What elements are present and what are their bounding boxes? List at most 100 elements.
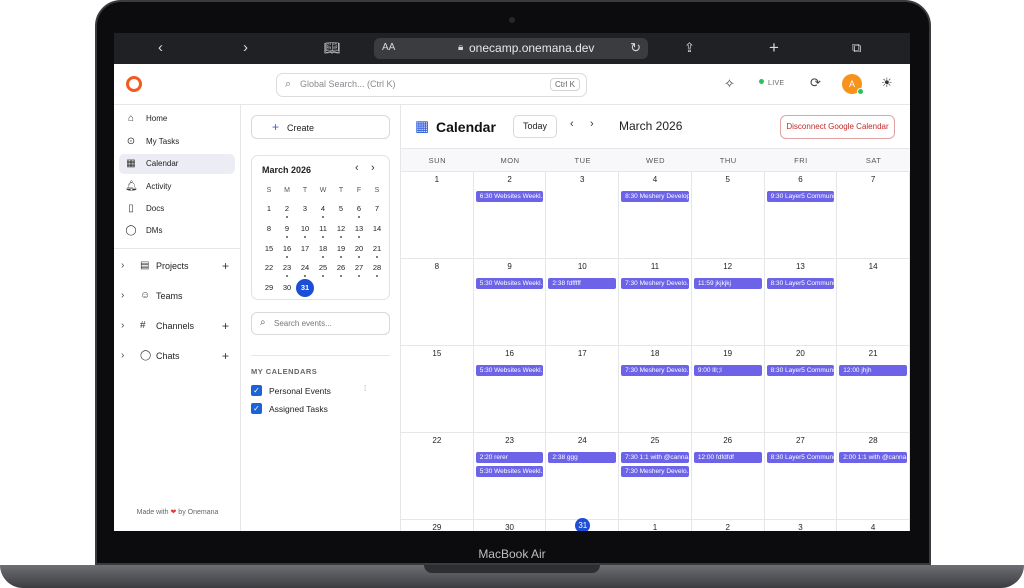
checkbox-checked-icon[interactable]: ✓ <box>251 385 262 396</box>
reader-aa[interactable]: AA <box>382 42 395 53</box>
calendar-event[interactable]: 8:30 Meshery Develop... <box>621 191 689 202</box>
day-cell[interactable]: 7 <box>837 172 910 259</box>
day-cell[interactable]: 13 8:30 Layer5 Communi... <box>764 259 838 346</box>
mini-calendar-day[interactable]: 7 <box>368 200 386 218</box>
day-cell[interactable]: 14 <box>837 259 910 346</box>
calendar-event[interactable]: 7:30 Meshery Develo... <box>621 466 689 477</box>
ai-assistant-icon[interactable]: ⟳ <box>810 75 821 91</box>
day-cell[interactable]: 3 <box>546 172 620 259</box>
sidebar-item-my-tasks[interactable]: ⊙ My Tasks <box>119 132 235 152</box>
chevron-right-icon[interactable]: › <box>371 162 375 174</box>
sidebar-item-home[interactable]: ⌂ Home <box>119 109 235 129</box>
calendar-event[interactable]: 5:30 Websites Weekl... <box>475 365 544 376</box>
mini-calendar-day[interactable]: 5 <box>332 200 350 218</box>
sidebar-group-chats[interactable]: › ◯ Chats + <box>119 347 235 367</box>
calendar-event[interactable]: 2:00 1:1 with @canna... <box>839 452 907 463</box>
mini-calendar-day[interactable]: 13 <box>350 220 368 238</box>
day-cell[interactable]: 24 2:38 ggg <box>546 433 620 520</box>
day-cell[interactable]: 20 8:30 Layer5 Communi... <box>764 346 838 433</box>
day-cell[interactable]: 2 6:30 Websites Weekl... <box>473 172 547 259</box>
sidebar-item-calendar[interactable]: ▦ Calendar <box>119 154 235 174</box>
day-cell[interactable]: 31 <box>546 518 620 531</box>
day-cell[interactable]: 21 12:00 jhjh <box>837 346 910 433</box>
mini-calendar-day[interactable]: 20 <box>350 240 368 258</box>
calendar-toggle-personal[interactable]: ✓ Personal Events <box>251 384 391 398</box>
sidebar-item-docs[interactable]: ▯ Docs <box>119 199 235 219</box>
calendar-event[interactable]: 7:30 Meshery Develo... <box>621 278 689 289</box>
onecamp-logo[interactable] <box>126 76 142 92</box>
calendar-event[interactable]: 2:38 ggg <box>548 452 617 463</box>
sidebar-item-dms[interactable]: ◯ DMs <box>119 221 235 241</box>
day-cell[interactable]: 27 8:30 Layer5 Communi... <box>764 433 838 520</box>
day-cell[interactable]: 4 8:30 Meshery Develop... <box>619 172 692 259</box>
chevron-right-icon[interactable]: › <box>121 320 124 331</box>
calendar-event[interactable]: 11:59 jkjkjkj <box>693 278 762 289</box>
calendar-event[interactable]: 2:38 fdfffff <box>548 278 617 289</box>
calendar-event[interactable]: 12:00 fdfdfdf <box>693 452 762 463</box>
calendar-event[interactable]: 8:30 Layer5 Communi... <box>766 365 835 376</box>
mini-calendar-day[interactable]: 29 <box>260 279 278 297</box>
day-cell[interactable]: 2 <box>692 520 765 531</box>
mini-calendar-day[interactable]: 16 <box>278 240 296 258</box>
mini-calendar-day[interactable]: 11 <box>314 220 332 238</box>
chevron-right-icon[interactable]: › <box>121 350 124 361</box>
sparkle-icon[interactable]: ✧ <box>724 76 735 92</box>
new-tab-icon[interactable]: + <box>769 39 779 57</box>
calendar-event[interactable]: 5:30 Websites Weekl... <box>475 278 544 289</box>
mini-calendar-day[interactable]: 30 <box>278 279 296 297</box>
mini-calendar-day[interactable]: 8 <box>260 220 278 238</box>
sidebar-group-teams[interactable]: › ☺ Teams <box>119 287 235 307</box>
mini-calendar-day[interactable]: 9 <box>278 220 296 238</box>
day-cell[interactable]: 10 2:38 fdfffff <box>546 259 620 346</box>
mini-calendar-day[interactable]: 28 <box>368 259 386 278</box>
day-cell[interactable]: 22 <box>401 433 474 520</box>
calendar-event[interactable]: 9:30 Layer5 Communi... <box>766 191 835 202</box>
calendar-event[interactable]: 8:30 Layer5 Communi... <box>766 452 835 463</box>
reload-icon[interactable]: ↻ <box>630 40 641 56</box>
sidebar-group-channels[interactable]: › # Channels + <box>119 317 235 337</box>
day-cell[interactable]: 15 <box>401 346 474 433</box>
today-button[interactable]: Today <box>513 115 557 138</box>
mini-calendar-day[interactable]: 18 <box>314 240 332 258</box>
mini-calendar-day[interactable]: 27 <box>350 259 368 278</box>
calendar-event[interactable]: 12:00 jhjh <box>839 365 907 376</box>
mini-calendar-day[interactable]: 4 <box>314 200 332 218</box>
chevron-right-icon[interactable]: › <box>121 290 124 301</box>
day-cell[interactable]: 8 <box>401 259 474 346</box>
day-cell[interactable]: 1 <box>619 520 692 531</box>
day-cell[interactable]: 18 7:30 Meshery Develo... <box>619 346 692 433</box>
calendar-event[interactable]: 9:00 lll;;l <box>693 365 762 376</box>
day-cell[interactable]: 5 <box>691 172 765 259</box>
global-search[interactable]: ⌕ Global Search... (Ctrl K) Ctrl K <box>276 73 587 97</box>
calendar-event[interactable]: 7:30 1:1 with @canna... <box>621 452 689 463</box>
day-cell[interactable]: 6 9:30 Layer5 Communi... <box>764 172 838 259</box>
calendar-event[interactable]: 6:30 Websites Weekl... <box>475 191 544 202</box>
mini-calendar-day[interactable]: 1 <box>260 200 278 218</box>
sidebar-item-activity[interactable]: 🔔︎ Activity <box>119 177 235 197</box>
chevron-right-icon[interactable]: › <box>121 260 124 271</box>
disconnect-google-calendar-button[interactable]: Disconnect Google Calendar <box>780 115 895 139</box>
day-cell[interactable]: 19 9:00 lll;;l <box>691 346 765 433</box>
mini-calendar-day[interactable]: 26 <box>332 259 350 278</box>
prev-month-icon[interactable]: ‹ <box>570 118 574 130</box>
day-cell[interactable]: 25 7:30 1:1 with @canna... 7:30 Meshery De… <box>619 433 692 520</box>
mini-calendar-day[interactable]: 23 <box>278 259 296 278</box>
address-bar[interactable]: AA 🔒︎ onecamp.onemana.dev ↻ <box>374 38 648 59</box>
mini-calendar-day[interactable]: 24 <box>296 259 314 278</box>
day-cell[interactable]: 23 2:20 rerer 5:30 Websites Weekl... <box>473 433 547 520</box>
day-cell[interactable]: 12 11:59 jkjkjkj <box>691 259 765 346</box>
calendar-event[interactable]: 7:30 Meshery Develo... <box>621 365 689 376</box>
mini-calendar-day[interactable]: 22 <box>260 259 278 277</box>
back-icon[interactable]: ‹ <box>158 39 163 57</box>
day-cell[interactable]: 16 5:30 Websites Weekl... <box>473 346 547 433</box>
calendar-event[interactable]: 2:20 rerer <box>475 452 544 463</box>
day-cell[interactable]: 1 <box>401 172 474 259</box>
create-button[interactable]: + Create <box>251 115 390 139</box>
forward-icon[interactable]: › <box>243 39 248 57</box>
mini-calendar-day[interactable]: 17 <box>296 240 314 258</box>
mini-calendar-day[interactable]: 15 <box>260 240 278 258</box>
add-chat-button[interactable]: + <box>222 349 229 363</box>
day-cell[interactable]: 28 2:00 1:1 with @canna... <box>837 433 910 520</box>
sidebar-group-projects[interactable]: › ▤ Projects + <box>119 257 235 277</box>
mini-calendar-day[interactable]: 14 <box>368 220 386 238</box>
